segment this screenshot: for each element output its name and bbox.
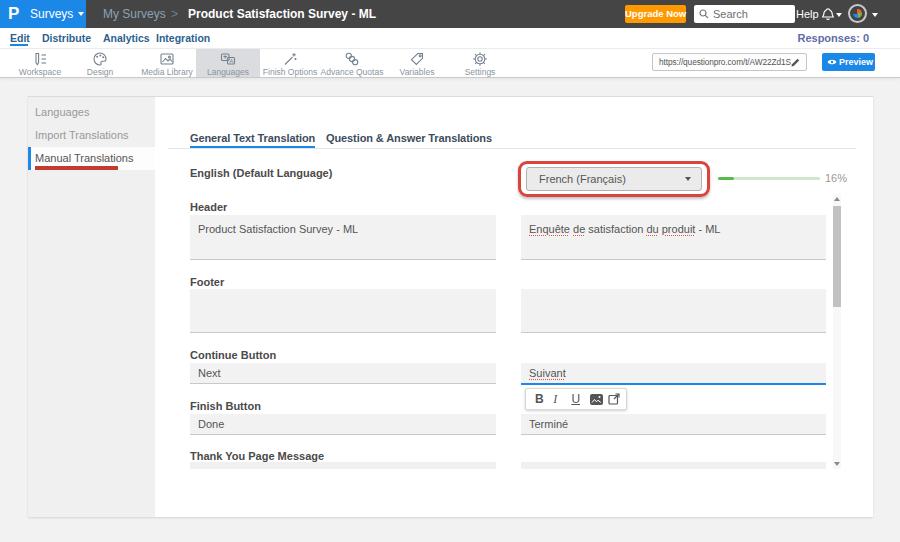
translate-icon: A <box>220 51 236 67</box>
toolbar-item-design[interactable]: Design <box>68 49 132 77</box>
responses-count[interactable]: Responses: 0 <box>797 28 869 48</box>
field-label-footer: Footer <box>190 275 224 289</box>
field-label-finish-button: Finish Button <box>190 399 261 413</box>
menu-integration[interactable]: Integration <box>156 28 210 48</box>
search-icon <box>699 9 709 19</box>
rich-text-toolbar: B I U <box>525 388 627 410</box>
field-label-header: Header <box>190 200 227 214</box>
finish-source-input[interactable]: Done <box>190 414 496 435</box>
workspace-icon <box>32 51 48 67</box>
continue-source-value: Next <box>198 367 221 379</box>
toolbar-item-finish-options[interactable]: Finish Options <box>258 49 322 77</box>
links-icon <box>344 51 360 67</box>
continue-translation-input[interactable]: Suivant <box>521 363 826 385</box>
edit-menu-bar: Edit Distribute Analytics Integration Re… <box>0 28 900 49</box>
thank-you-translation-textarea[interactable] <box>521 462 826 469</box>
translation-progress-percent: 16% <box>825 171 847 185</box>
insert-link-button[interactable] <box>608 393 626 405</box>
menu-edit-active-underline <box>10 44 28 46</box>
tabs-divider <box>168 148 856 149</box>
breadcrumb-separator: > <box>171 0 178 28</box>
content-scrollbar[interactable] <box>833 194 841 469</box>
bold-button[interactable]: B <box>535 392 553 406</box>
eye-icon <box>827 58 837 66</box>
default-language-label: English (Default Language) <box>190 161 332 185</box>
toolbar-item-variables[interactable]: Variables <box>385 49 449 77</box>
sidebar-item-languages[interactable]: Languages <box>28 101 155 124</box>
surveys-caret-icon[interactable] <box>78 12 84 16</box>
survey-toolbar: Workspace Design Media Library A Languag… <box>0 49 900 78</box>
help-link[interactable]: Help <box>796 0 819 28</box>
header-source-textarea[interactable]: Product Satisfaction Survey - ML <box>190 215 496 260</box>
field-label-continue-button: Continue Button <box>190 348 276 362</box>
preview-button[interactable]: Preview <box>822 53 875 71</box>
scrollbar-thumb[interactable] <box>833 206 841 307</box>
toolbar-item-workspace[interactable]: Workspace <box>8 49 72 77</box>
bell-caret-icon[interactable] <box>836 13 842 17</box>
header-translation-textarea[interactable]: Enquête de satisfaction du produit - ML <box>521 215 826 260</box>
survey-url-box[interactable]: https://questionpro.com/t/AW22Zd1S1 <box>652 53 807 71</box>
breadcrumb-survey-title: Product Satisfaction Survey - ML <box>188 0 376 28</box>
bell-icon[interactable] <box>821 7 835 22</box>
survey-url-text[interactable]: https://questionpro.com/t/AW22Zd1S1 <box>659 54 791 70</box>
toolbar-item-advance-quotas[interactable]: Advance Quotas <box>320 49 384 77</box>
tab-question-answer-translations[interactable]: Question & Answer Translations <box>326 130 492 146</box>
toolbar-item-media-library[interactable]: Media Library <box>135 49 199 77</box>
continue-source-input[interactable]: Next <box>190 363 496 384</box>
scrollbar-up-arrow[interactable] <box>834 197 840 201</box>
breadcrumb-my-surveys[interactable]: My Surveys <box>103 0 166 28</box>
continue-translation-value: Suivant <box>529 367 566 379</box>
italic-button[interactable]: I <box>553 392 571 407</box>
translation-progress-bar <box>718 177 820 180</box>
search-placeholder: Search <box>713 5 748 23</box>
app-menu-surveys[interactable]: Surveys <box>30 0 73 28</box>
field-label-thank-you: Thank You Page Message <box>190 449 324 463</box>
avatar-gauge <box>853 9 862 18</box>
image-icon <box>159 51 175 67</box>
insert-image-button[interactable] <box>590 394 608 405</box>
scrollbar-down-arrow[interactable] <box>834 462 840 466</box>
header-translation-value: Enquête de satisfaction du produit - ML <box>529 223 720 235</box>
upgrade-now-button[interactable]: Upgrade Now <box>625 5 686 23</box>
avatar-caret-icon[interactable] <box>872 13 878 17</box>
finish-translation-value: Terminé <box>529 418 568 430</box>
top-bar: P Surveys My Surveys > Product Satisfact… <box>0 0 900 28</box>
toolbar-item-settings[interactable]: Settings <box>448 49 512 77</box>
underline-button[interactable]: U <box>571 392 589 406</box>
app-logo-block[interactable]: P Surveys <box>0 0 86 28</box>
finish-translation-input[interactable]: Terminé <box>521 414 826 435</box>
finish-source-value: Done <box>198 418 224 430</box>
main-panel: Languages Import Translations Manual Tra… <box>28 96 873 517</box>
language-select[interactable]: French (Français) <box>526 167 702 191</box>
translations-sidebar: Languages Import Translations Manual Tra… <box>28 97 155 517</box>
wand-icon <box>282 51 298 67</box>
search-input[interactable]: Search <box>694 5 795 23</box>
gear-icon <box>472 51 488 67</box>
questionpro-logo[interactable]: P <box>8 0 19 28</box>
palette-icon <box>92 51 108 67</box>
avatar[interactable] <box>848 4 867 23</box>
toolbar-item-languages[interactable]: A Languages <box>196 49 260 77</box>
menu-distribute[interactable]: Distribute <box>42 28 91 48</box>
footer-source-textarea[interactable] <box>190 289 496 333</box>
header-source-value: Product Satisfaction Survey - ML <box>198 223 358 235</box>
selected-language: French (Français) <box>539 168 626 190</box>
edit-url-pencil-icon[interactable] <box>790 57 801 68</box>
dropdown-caret-icon <box>685 177 691 181</box>
footer-translation-textarea[interactable] <box>521 289 826 333</box>
translation-progress-fill <box>718 177 734 180</box>
tag-icon <box>409 51 425 67</box>
manual-translations-red-annotation <box>35 166 118 170</box>
thank-you-source-textarea[interactable] <box>190 462 496 469</box>
svg-text:A: A <box>230 58 234 64</box>
menu-analytics[interactable]: Analytics <box>103 28 150 48</box>
tab-general-text-translation[interactable]: General Text Translation <box>190 130 315 146</box>
sidebar-item-import-translations[interactable]: Import Translations <box>28 124 155 147</box>
